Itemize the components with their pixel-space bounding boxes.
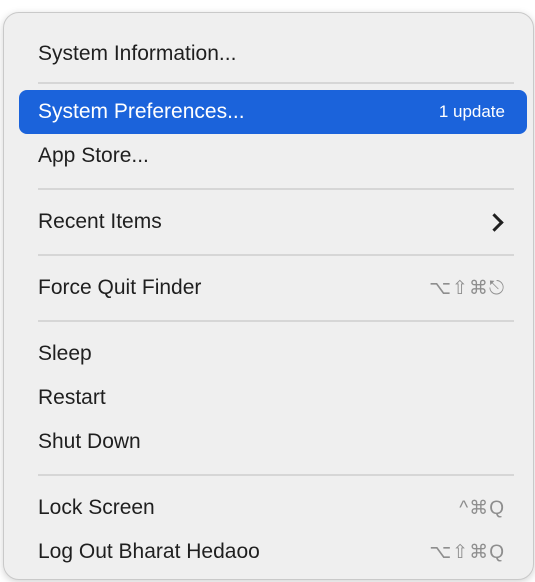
menu-item-label: Shut Down — [38, 430, 141, 453]
menu-separator — [19, 76, 527, 90]
menu-separator — [19, 244, 527, 266]
menu-item-label: Lock Screen — [38, 496, 155, 519]
apple-menu: System Information... System Preferences… — [3, 12, 534, 580]
chevron-right-icon — [485, 212, 504, 232]
menu-item-label: System Preferences... — [38, 100, 245, 123]
update-badge: 1 update — [438, 102, 505, 121]
menu-separator — [19, 178, 527, 200]
menu-item-app-store[interactable]: App Store... — [19, 134, 527, 178]
menu-item-shut-down[interactable]: Shut Down — [19, 420, 527, 464]
menu-item-restart[interactable]: Restart — [19, 376, 527, 420]
menu-item-label: App Store... — [38, 144, 149, 167]
menu-item-label: Log Out Bharat Hedaoo — [38, 540, 260, 563]
menu-separator — [19, 464, 527, 486]
menu-separator — [19, 310, 527, 332]
menu-item-system-preferences[interactable]: System Preferences... 1 update — [19, 90, 527, 134]
menu-item-label: Restart — [38, 386, 106, 409]
menu-item-lock-screen[interactable]: Lock Screen ^⌘Q — [19, 486, 527, 530]
force-quit-shortcut: ⌥⇧⌘⎋ — [429, 277, 505, 299]
menu-item-recent-items[interactable]: Recent Items — [19, 200, 527, 244]
menu-item-system-information[interactable]: System Information... — [19, 32, 527, 76]
menu-item-sleep[interactable]: Sleep — [19, 332, 527, 376]
menu-item-label: Force Quit Finder — [38, 276, 202, 299]
menu-item-label: Recent Items — [38, 210, 162, 233]
menu-item-label: System Information... — [38, 42, 237, 65]
menu-item-label: Sleep — [38, 342, 92, 365]
lock-screen-shortcut: ^⌘Q — [459, 497, 505, 519]
menu-item-log-out[interactable]: Log Out Bharat Hedaoo ⌥⇧⌘Q — [19, 530, 527, 574]
log-out-shortcut: ⌥⇧⌘Q — [429, 541, 505, 563]
menu-item-force-quit[interactable]: Force Quit Finder ⌥⇧⌘⎋ — [19, 266, 527, 310]
